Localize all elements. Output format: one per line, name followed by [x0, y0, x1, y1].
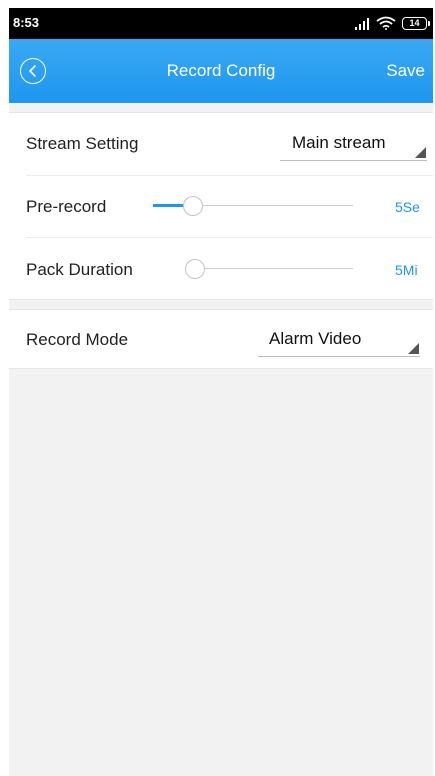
pack-duration-slider[interactable]	[185, 259, 353, 279]
record-mode-row: Record Mode Alarm Video	[9, 310, 433, 368]
slider-track	[185, 268, 353, 269]
record-mode-dropdown[interactable]: Alarm Video	[258, 324, 420, 357]
pre-record-value: 5Se	[395, 199, 420, 215]
wifi-icon	[376, 16, 396, 30]
battery-level: 14	[409, 18, 420, 28]
slider-thumb[interactable]	[183, 196, 203, 216]
slider-fill	[153, 204, 183, 207]
record-mode-label: Record Mode	[26, 330, 129, 349]
signal-icon	[355, 18, 369, 30]
pre-record-row: Pre-record 5Se	[9, 176, 433, 237]
battery-icon: 14	[402, 16, 430, 30]
status-time: 8:53	[13, 15, 40, 30]
pre-record-label: Pre-record	[26, 197, 107, 216]
pack-duration-row: Pack Duration 5Mi	[9, 238, 433, 299]
pre-record-slider[interactable]	[153, 196, 353, 216]
stream-settings-section: Stream Setting Main stream Pre-record 5S…	[9, 112, 433, 300]
save-button[interactable]: Save	[386, 61, 425, 81]
stream-setting-label: Stream Setting	[26, 134, 139, 153]
stream-setting-value: Main stream	[292, 133, 386, 152]
record-mode-section: Record Mode Alarm Video	[9, 309, 433, 369]
page-title: Record Config	[166, 61, 276, 80]
app-header: Record Config Save	[9, 39, 433, 103]
pack-duration-value: 5Mi	[395, 262, 418, 278]
dropdown-triangle-icon	[408, 343, 419, 354]
record-mode-value: Alarm Video	[269, 329, 362, 348]
status-bar: 8:53 14	[9, 8, 433, 39]
pack-duration-label: Pack Duration	[26, 260, 133, 279]
dropdown-triangle-icon	[415, 147, 426, 158]
stream-setting-dropdown[interactable]: Main stream	[280, 128, 427, 161]
app-screen: 8:53 14 Record Config Save Stream Settin…	[9, 8, 433, 776]
slider-thumb[interactable]	[185, 259, 205, 279]
stream-setting-row: Stream Setting Main stream	[9, 113, 433, 175]
status-icons: 14	[354, 13, 430, 33]
